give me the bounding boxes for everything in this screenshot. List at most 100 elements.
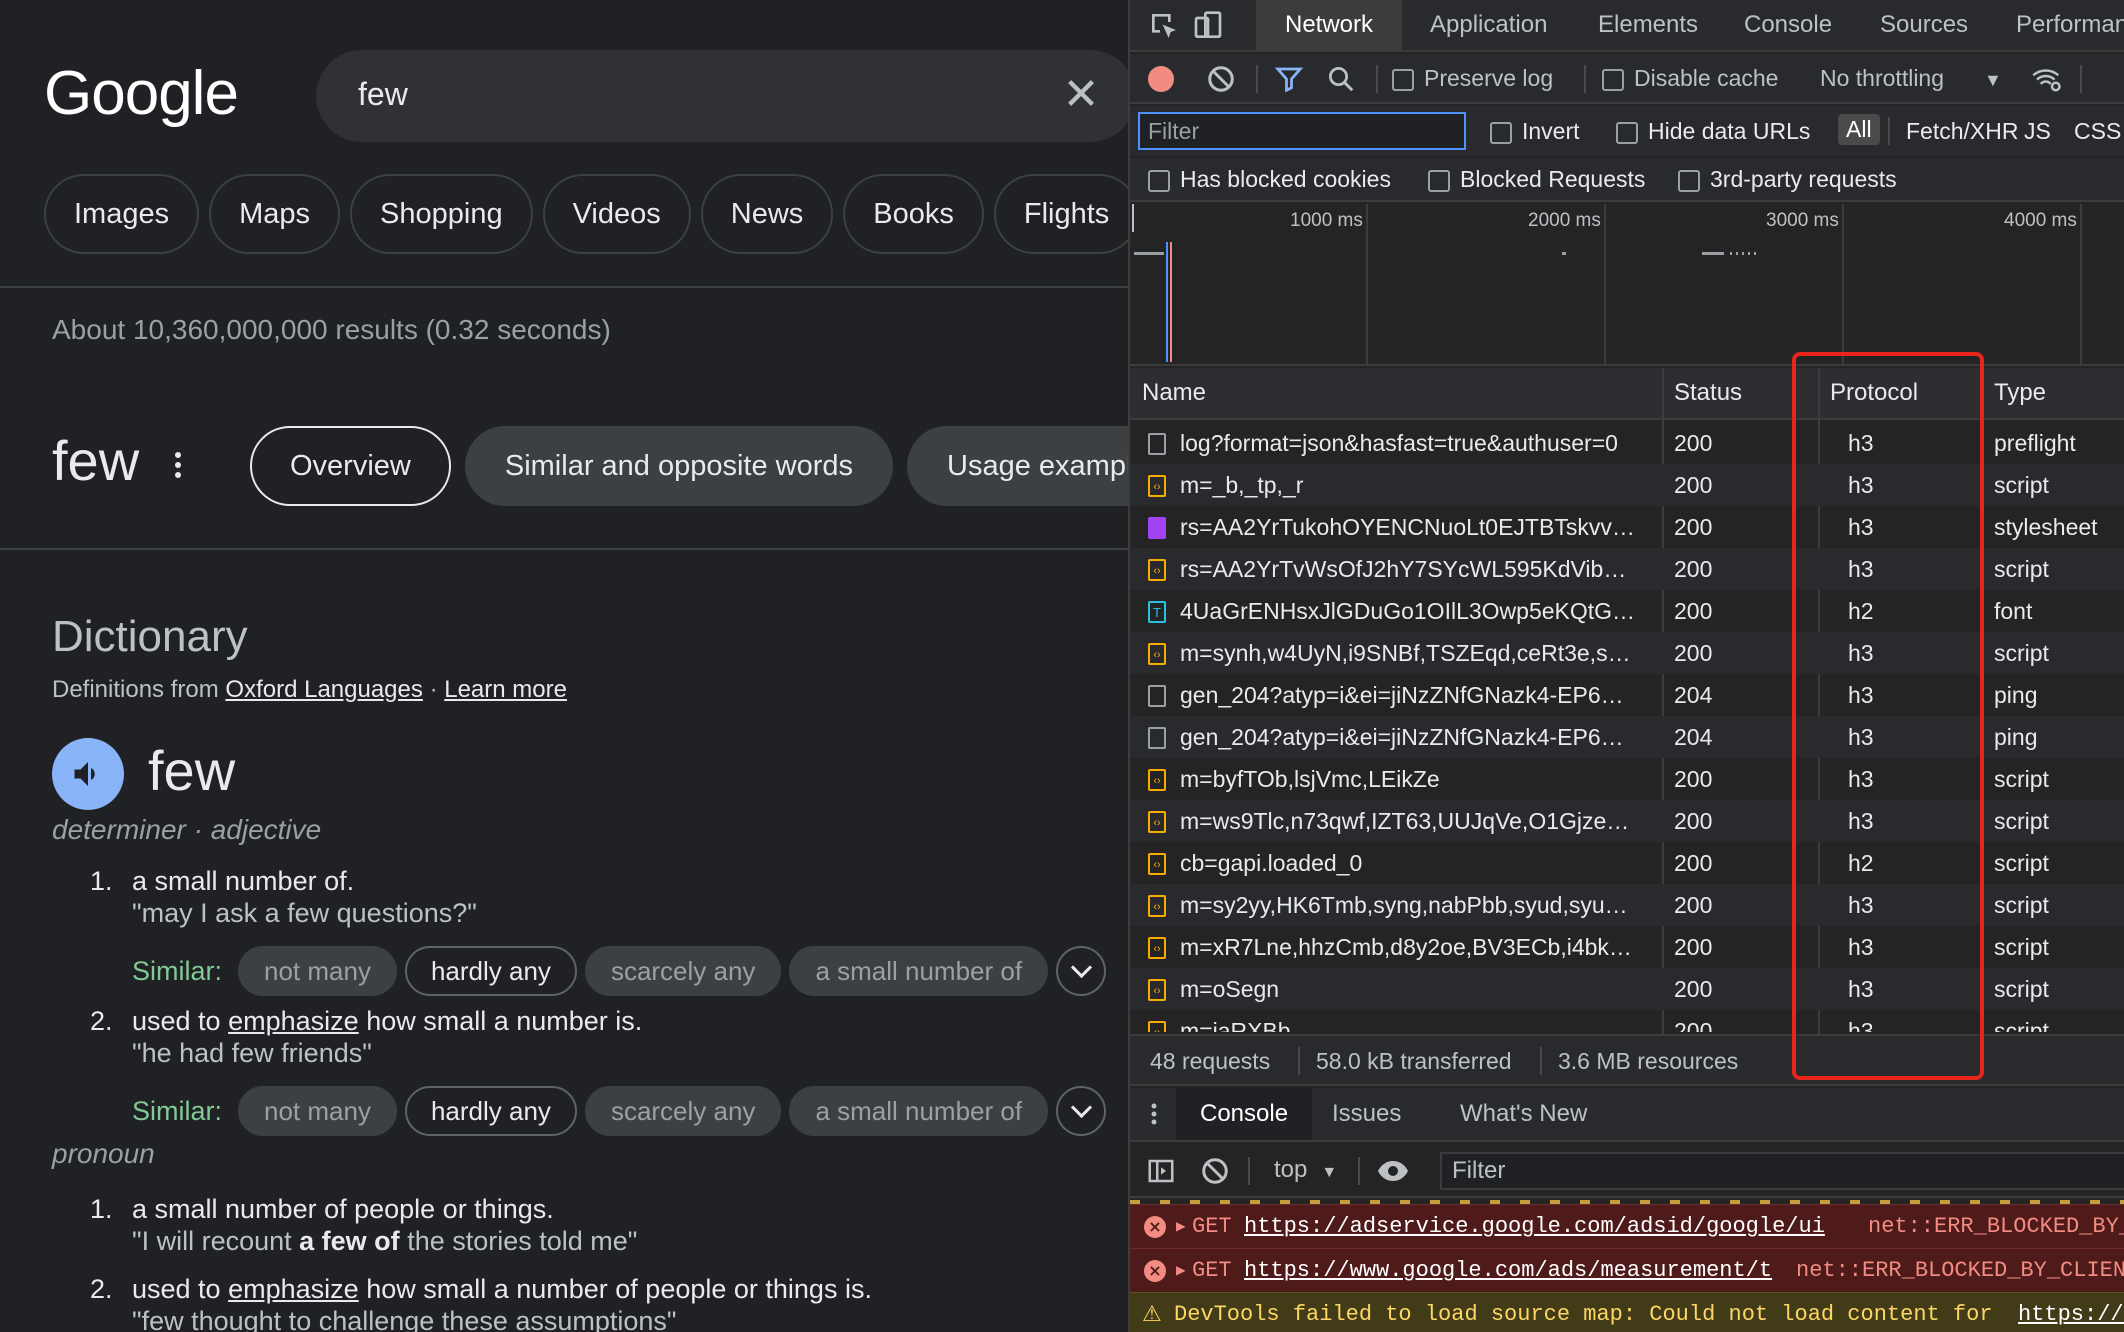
- sidebar-toggle-icon[interactable]: [1146, 1156, 1176, 1193]
- oxford-languages-link[interactable]: Oxford Languages: [225, 676, 422, 703]
- console-url-link[interactable]: https://www.google.com/ads/measurement/t: [1244, 1249, 1772, 1293]
- similar-chip[interactable]: hardly any: [404, 946, 577, 996]
- clear-console-icon[interactable]: [1200, 1156, 1230, 1193]
- network-request-row[interactable]: rs=AA2YrTvWsOfJ2hY7SYcWL595KdVib… 200 h3 sc…: [1130, 548, 2124, 592]
- tab-console[interactable]: Console: [1744, 0, 1832, 50]
- dom-content-loaded-line: [1166, 242, 1168, 362]
- chip-videos[interactable]: Videos: [542, 174, 691, 254]
- invert-checkbox[interactable]: Invert: [1490, 118, 1580, 145]
- expand-similar-icon[interactable]: [1056, 946, 1107, 996]
- column-name[interactable]: Name: [1142, 368, 1206, 418]
- tab-network[interactable]: Network: [1256, 0, 1402, 50]
- network-request-row[interactable]: gen_204?atyp=i&ei=jiNzZNfGNazk4-EP6… 204 h…: [1130, 716, 2124, 758]
- similar-chip[interactable]: a small number of: [789, 946, 1049, 996]
- network-request-row[interactable]: m=xR7Lne,hhzCmb,d8y2oe,BV3ECb,i4bk… 200 h3…: [1130, 926, 2124, 970]
- console-error-message[interactable]: × ▶ GET https://www.google.com/ads/measu…: [1130, 1248, 2124, 1292]
- clear-icon[interactable]: [1206, 64, 1236, 100]
- network-request-row[interactable]: 4UaGrENHsxJlGDuGo1OIlL3Owp5eKQtG… 200 h2 fo…: [1130, 590, 2124, 634]
- drawer-menu-icon[interactable]: [1148, 1088, 1160, 1140]
- filter-fetch-xhr[interactable]: Fetch/XHR: [1906, 118, 2018, 145]
- request-name: gen_204?atyp=i&ei=jiNzZNfGNazk4-EP6…: [1180, 682, 1624, 708]
- similar-chip[interactable]: not many: [238, 946, 397, 996]
- inspect-element-icon[interactable]: [1148, 10, 1180, 42]
- search-input[interactable]: few: [358, 76, 408, 113]
- network-request-row[interactable]: rs=AA2YrTukohOYENCNuoLt0EJTBTskvv… 200 h3 s…: [1130, 506, 2124, 548]
- similar-chip[interactable]: scarcely any: [584, 1086, 782, 1136]
- emphasize-link[interactable]: emphasize: [228, 1274, 359, 1304]
- emphasize-link[interactable]: emphasize: [228, 1006, 359, 1036]
- column-status[interactable]: Status: [1674, 368, 1742, 418]
- context-select[interactable]: top ▼: [1274, 1156, 1337, 1184]
- device-toolbar-icon[interactable]: [1192, 10, 1224, 42]
- learn-more-link[interactable]: Learn more: [444, 676, 567, 703]
- network-filter-input[interactable]: Filter: [1138, 112, 1466, 150]
- throttling-select[interactable]: No throttling ▼: [1820, 65, 2002, 92]
- search-box[interactable]: few ✕: [316, 50, 1128, 142]
- live-expression-eye-icon[interactable]: [1376, 1156, 1410, 1193]
- separator: [1256, 65, 1258, 93]
- tab-similar-opposite[interactable]: Similar and opposite words: [464, 426, 894, 506]
- chip-shopping[interactable]: Shopping: [350, 174, 533, 254]
- similar-chip[interactable]: scarcely any: [584, 946, 782, 996]
- network-request-row[interactable]: m=ws9Tlc,n73qwf,IZT63,UUJqVe,O1Gjze… 200 h…: [1130, 800, 2124, 844]
- tab-performance[interactable]: Performan: [2016, 0, 2124, 50]
- request-protocol: h3: [1848, 976, 1874, 1002]
- network-request-row[interactable]: log?format=json&hasfast=true&authuser=0 2…: [1130, 422, 2124, 464]
- network-overview-timeline[interactable]: 1000 ms 2000 ms 3000 ms 4000 ms: [1130, 204, 2124, 366]
- network-conditions-icon[interactable]: [2030, 64, 2064, 100]
- chip-images[interactable]: Images: [44, 174, 200, 254]
- tab-overview[interactable]: Overview: [250, 426, 451, 506]
- network-request-row[interactable]: m=sy2yy,HK6Tmb,syng,nabPbb,syud,syu… 200 h…: [1130, 884, 2124, 928]
- similar-chip[interactable]: not many: [238, 1086, 397, 1136]
- chip-maps[interactable]: Maps: [209, 174, 341, 254]
- network-request-row[interactable]: m=oSegn 200 h3 script: [1130, 968, 2124, 1012]
- drawer-tab-console[interactable]: Console: [1176, 1088, 1313, 1140]
- hide-data-urls-checkbox[interactable]: Hide data URLs: [1616, 118, 1810, 145]
- chip-books[interactable]: Books: [843, 174, 984, 254]
- network-request-row[interactable]: m=_b,_tp,_r 200 h3 script: [1130, 464, 2124, 508]
- expand-similar-icon[interactable]: [1056, 1086, 1107, 1136]
- expand-triangle-icon[interactable]: ▶: [1176, 1205, 1186, 1249]
- third-party-requests-checkbox[interactable]: 3rd-party requests: [1678, 166, 1897, 193]
- filter-css[interactable]: CSS: [2074, 118, 2121, 145]
- pronunciation-speaker-icon[interactable]: [52, 738, 124, 810]
- tab-elements[interactable]: Elements: [1598, 0, 1698, 50]
- network-request-row[interactable]: m=iaRXBb 200 h3 script: [1130, 1010, 2124, 1032]
- column-protocol[interactable]: Protocol: [1830, 368, 1918, 418]
- network-table-header: Name Status Protocol Type: [1130, 368, 2124, 420]
- filter-all[interactable]: All: [1838, 114, 1880, 145]
- console-url-link[interactable]: https://v: [2018, 1293, 2124, 1332]
- google-logo[interactable]: Google: [44, 58, 239, 129]
- filter-js[interactable]: JS: [2024, 118, 2051, 145]
- console-url-link[interactable]: https://adservice.google.com/adsid/googl…: [1244, 1205, 1825, 1249]
- network-request-row[interactable]: m=synh,w4UyN,i9SNBf,TSZEqd,ceRt3e,s… 200 h…: [1130, 632, 2124, 676]
- more-options-icon[interactable]: [168, 448, 188, 484]
- request-type: script: [1994, 976, 2049, 1002]
- console-error-message[interactable]: × ▶ GET https://adservice.google.com/ads…: [1130, 1204, 2124, 1248]
- chip-news[interactable]: News: [700, 174, 834, 254]
- drawer-tab-issues[interactable]: Issues: [1332, 1088, 1401, 1140]
- console-warning-message[interactable]: ⚠ DevTools failed to load source map: Co…: [1130, 1292, 2124, 1332]
- preserve-log-checkbox[interactable]: Preserve log: [1392, 65, 1553, 92]
- drawer-tab-whats-new[interactable]: What's New: [1460, 1088, 1587, 1140]
- blocked-requests-checkbox[interactable]: Blocked Requests: [1428, 166, 1645, 193]
- expand-triangle-icon[interactable]: ▶: [1176, 1249, 1186, 1293]
- clear-search-icon[interactable]: ✕: [1056, 70, 1106, 120]
- tab-application[interactable]: Application: [1430, 0, 1547, 50]
- filter-funnel-icon[interactable]: [1274, 64, 1304, 100]
- record-icon[interactable]: [1148, 66, 1174, 92]
- similar-chip[interactable]: hardly any: [404, 1086, 577, 1136]
- network-request-row[interactable]: m=byfTOb,lsjVmc,LEikZe 200 h3 script: [1130, 758, 2124, 802]
- tab-sources[interactable]: Sources: [1880, 0, 1968, 50]
- search-icon[interactable]: [1326, 64, 1356, 100]
- request-name: m=_b,_tp,_r: [1180, 472, 1304, 498]
- network-request-row[interactable]: cb=gapi.loaded_0 200 h2 script: [1130, 842, 2124, 886]
- console-filter-input[interactable]: Filter: [1440, 1152, 2124, 1190]
- disable-cache-checkbox[interactable]: Disable cache: [1602, 65, 1778, 92]
- tab-usage-examples[interactable]: Usage examples: [907, 426, 1128, 506]
- similar-chip[interactable]: a small number of: [789, 1086, 1049, 1136]
- network-request-row[interactable]: gen_204?atyp=i&ei=jiNzZNfGNazk4-EP6… 204 h…: [1130, 674, 2124, 716]
- chip-flights[interactable]: Flights: [993, 174, 1128, 254]
- has-blocked-cookies-checkbox[interactable]: Has blocked cookies: [1148, 166, 1391, 193]
- column-type[interactable]: Type: [1994, 368, 2046, 418]
